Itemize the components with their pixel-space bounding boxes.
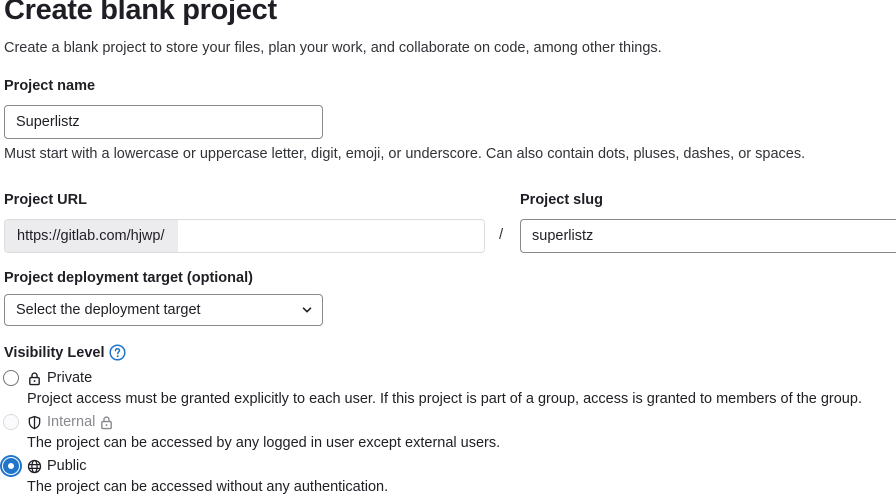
public-label: Public bbox=[47, 458, 87, 474]
deployment-target-label: Project deployment target (optional) bbox=[4, 270, 253, 286]
globe-icon bbox=[27, 459, 42, 473]
shield-icon bbox=[28, 415, 41, 429]
page-title: Create blank project bbox=[4, 0, 277, 26]
visibility-option-private[interactable]: Private bbox=[3, 370, 92, 386]
private-radio[interactable] bbox=[3, 370, 19, 386]
internal-description: The project can be accessed by any logge… bbox=[27, 435, 501, 451]
project-url-label: Project URL bbox=[4, 192, 87, 208]
public-description: The project can be accessed without any … bbox=[27, 479, 389, 495]
question-circle-icon[interactable] bbox=[109, 344, 127, 361]
visibility-level-label: Visibility Level bbox=[4, 344, 127, 361]
project-url-prefix: https://gitlab.com/hjwp/ bbox=[5, 220, 178, 252]
lock-icon bbox=[29, 371, 40, 385]
chevron-down-icon bbox=[302, 307, 312, 313]
deployment-target-select[interactable]: Select the deployment target bbox=[4, 294, 323, 326]
create-project-form: Create blank project Create a blank proj… bbox=[0, 0, 896, 495]
internal-label: Internal bbox=[47, 414, 96, 430]
project-slug-label: Project slug bbox=[520, 192, 603, 208]
project-url-field[interactable]: https://gitlab.com/hjwp/ bbox=[4, 219, 485, 253]
private-description: Project access must be granted explicitl… bbox=[27, 391, 862, 407]
lock-icon bbox=[101, 415, 113, 429]
visibility-option-internal: Internal bbox=[3, 414, 119, 430]
project-name-input[interactable]: Superlistz bbox=[4, 105, 323, 139]
project-name-help: Must start with a lowercase or uppercase… bbox=[4, 146, 806, 162]
internal-radio bbox=[3, 414, 19, 430]
project-name-label: Project name bbox=[4, 78, 96, 94]
public-radio[interactable] bbox=[3, 458, 19, 474]
url-separator: / bbox=[499, 226, 504, 243]
visibility-option-public[interactable]: Public bbox=[3, 458, 87, 474]
project-slug-input[interactable]: superlistz bbox=[520, 219, 896, 253]
page-subtitle: Create a blank project to store your fil… bbox=[4, 40, 662, 56]
deployment-target-selected: Select the deployment target bbox=[16, 302, 201, 318]
visibility-level-text: Visibility Level bbox=[4, 344, 105, 361]
private-label: Private bbox=[47, 370, 93, 386]
